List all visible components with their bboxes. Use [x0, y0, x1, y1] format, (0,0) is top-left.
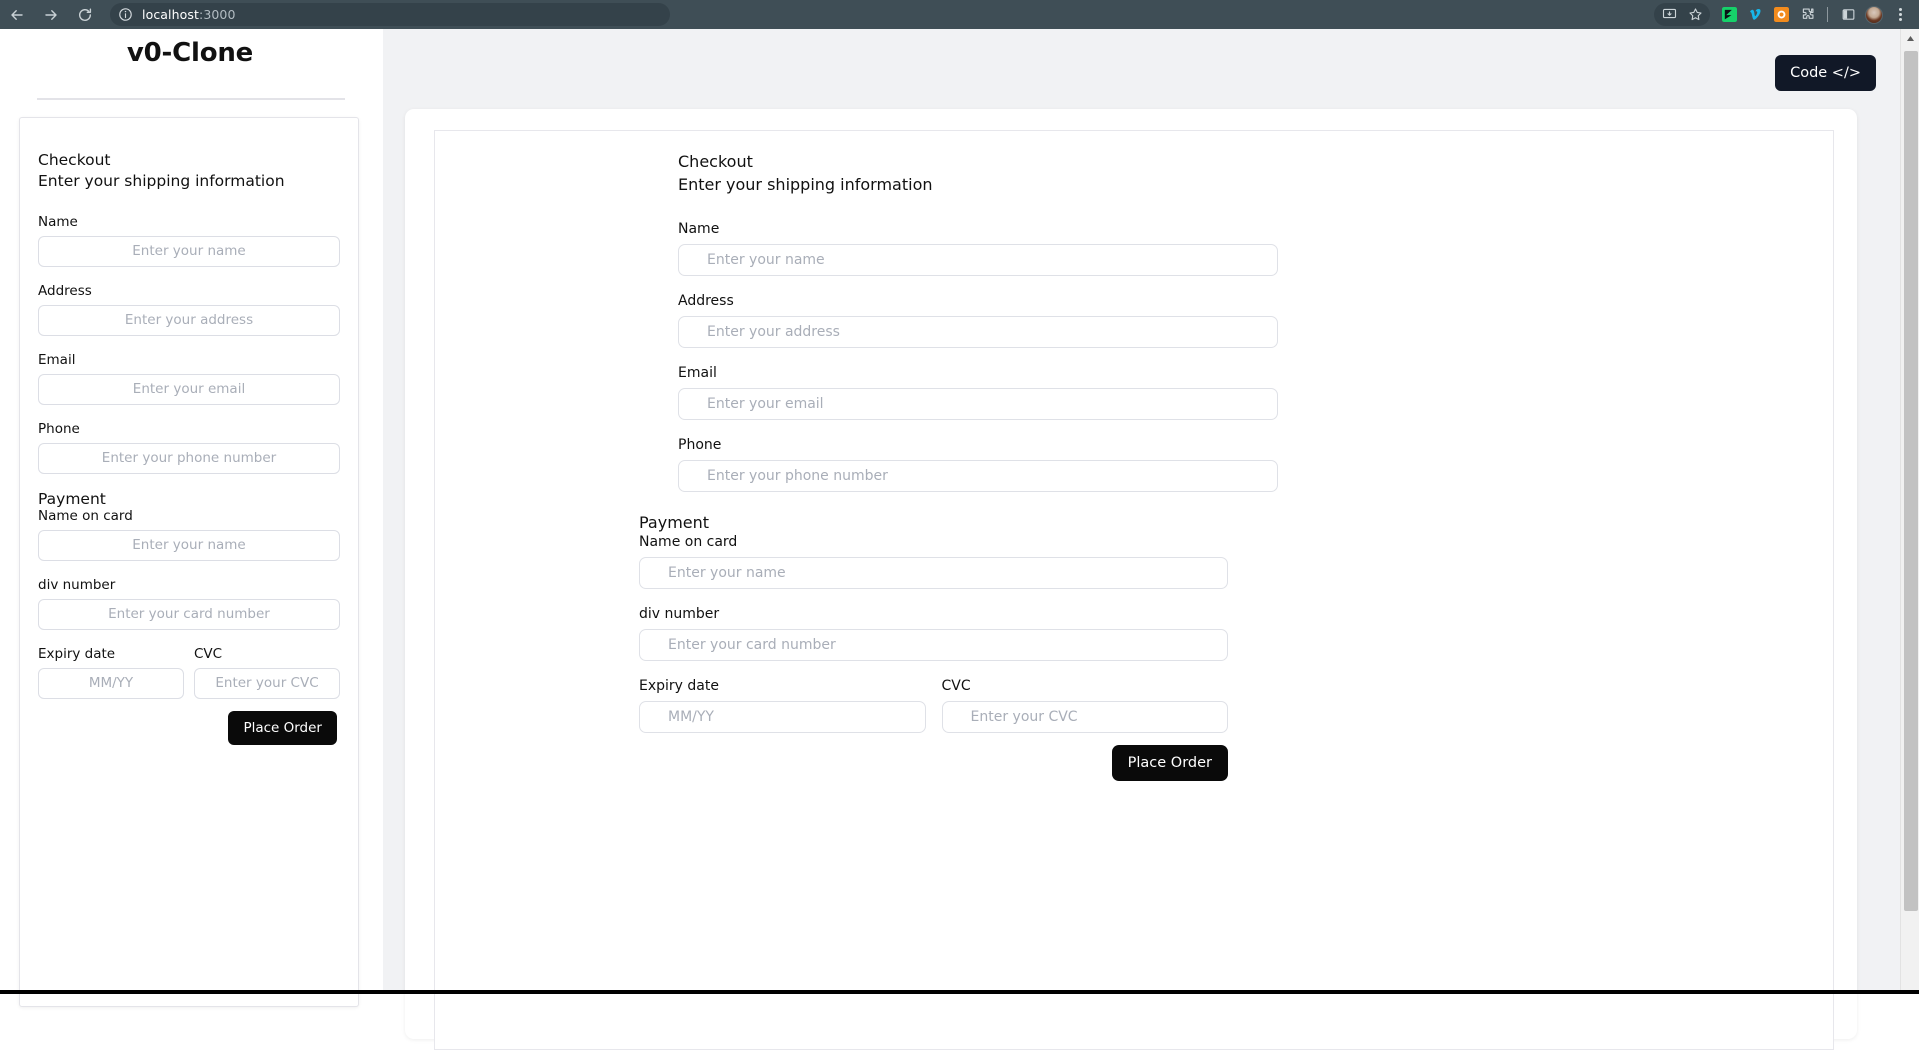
sidebar-field-cvc: CVC: [194, 646, 340, 699]
app-title: v0-Clone: [0, 29, 380, 68]
sidebar-input-cvc[interactable]: [194, 668, 340, 699]
forward-button[interactable]: [34, 0, 68, 29]
profile-avatar[interactable]: [1861, 0, 1887, 29]
green-extension-icon[interactable]: [1716, 0, 1742, 29]
omnibox-action-pill: [1654, 3, 1710, 26]
window-bottom-edge: [0, 990, 1919, 994]
sidebar-label-phone: Phone: [38, 421, 340, 437]
preview-label-address: Address: [678, 293, 1278, 309]
preview-checkout-subheading: Enter your shipping information: [678, 174, 1278, 197]
install-app-icon[interactable]: [1656, 0, 1682, 29]
sidebar-label-expiry: Expiry date: [38, 646, 184, 662]
scroll-up-arrow-icon[interactable]: [1901, 29, 1919, 48]
preview-field-phone: Phone: [678, 437, 1278, 492]
side-panel-icon[interactable]: [1835, 0, 1861, 29]
preview-label-card-name: Name on card: [639, 534, 1228, 550]
info-circle-icon[interactable]: [116, 6, 134, 24]
three-dot-menu-icon[interactable]: [1887, 0, 1913, 29]
sidebar-field-expiry: Expiry date: [38, 646, 184, 699]
sidebar-input-address[interactable]: [38, 305, 340, 336]
preview-card: Checkout Enter your shipping information…: [405, 109, 1857, 1039]
preview-payment-section: Payment Name on card div number Expiry d…: [639, 513, 1228, 781]
preview-checkout-form: Checkout Enter your shipping information…: [678, 151, 1278, 781]
url-port: :3000: [199, 7, 236, 22]
preview-field-address: Address: [678, 293, 1278, 348]
browser-right-toolbar: [1654, 0, 1919, 29]
page-content: v0-Clone Checkout Enter your shipping in…: [0, 29, 1919, 994]
sidebar-expiry-cvc-row: Expiry date CVC: [38, 646, 340, 699]
left-sidebar: v0-Clone Checkout Enter your shipping in…: [0, 29, 380, 994]
star-icon[interactable]: [1682, 0, 1708, 29]
preview-input-name[interactable]: [678, 244, 1278, 276]
preview-form-actions: Place Order: [639, 745, 1228, 781]
address-bar-url: localhost:3000: [142, 7, 236, 22]
vimeo-extension-icon[interactable]: [1742, 0, 1768, 29]
preview-checkout-heading: Checkout: [678, 151, 1278, 174]
preview-input-phone[interactable]: [678, 460, 1278, 492]
preview-payment-title: Payment: [639, 513, 1228, 532]
sidebar-field-phone: Phone: [38, 421, 340, 474]
sidebar-label-card-number: div number: [38, 577, 340, 593]
preview-input-cvc[interactable]: [942, 701, 1229, 733]
sidebar-input-card-number[interactable]: [38, 599, 340, 630]
sidebar-input-name[interactable]: [38, 236, 340, 267]
preview-input-card-number[interactable]: [639, 629, 1228, 661]
url-host: localhost: [142, 7, 199, 22]
orange-extension-icon[interactable]: [1768, 0, 1794, 29]
back-button[interactable]: [0, 0, 34, 29]
preview-expiry-cvc-row: Expiry date CVC: [639, 678, 1228, 733]
sidebar-field-name: Name: [38, 214, 340, 267]
sidebar-field-card-name: Name on card: [38, 508, 340, 561]
preview-workspace: Code </> Checkout Enter your shipping in…: [383, 29, 1900, 994]
preview-input-address[interactable]: [678, 316, 1278, 348]
preview-label-email: Email: [678, 365, 1278, 381]
sidebar-input-card-name[interactable]: [38, 530, 340, 561]
preview-input-email[interactable]: [678, 388, 1278, 420]
preview-label-cvc: CVC: [942, 678, 1229, 694]
browser-toolbar: localhost:3000: [0, 0, 1919, 29]
preview-field-card-name: Name on card: [639, 534, 1228, 589]
preview-input-expiry[interactable]: [639, 701, 926, 733]
sidebar-checkout-heading: Checkout: [38, 150, 340, 171]
preview-label-phone: Phone: [678, 437, 1278, 453]
address-bar[interactable]: localhost:3000: [110, 3, 670, 26]
sidebar-checkout-card: Checkout Enter your shipping information…: [19, 117, 359, 1007]
preview-label-expiry: Expiry date: [639, 678, 926, 694]
sidebar-label-email: Email: [38, 352, 340, 368]
sidebar-input-email[interactable]: [38, 374, 340, 405]
sidebar-label-address: Address: [38, 283, 340, 299]
sidebar-label-cvc: CVC: [194, 646, 340, 662]
puzzle-piece-icon[interactable]: [1794, 0, 1820, 29]
sidebar-form-actions: Place Order: [38, 711, 340, 745]
preview-field-name: Name: [678, 221, 1278, 276]
page-scrollbar[interactable]: [1900, 29, 1919, 994]
sidebar-field-card-number: div number: [38, 577, 340, 630]
sidebar-checkout-subheading: Enter your shipping information: [38, 171, 340, 192]
sidebar-input-phone[interactable]: [38, 443, 340, 474]
preview-field-email: Email: [678, 365, 1278, 420]
sidebar-label-card-name: Name on card: [38, 508, 340, 524]
sidebar-field-address: Address: [38, 283, 340, 336]
preview-frame: Checkout Enter your shipping information…: [434, 130, 1834, 1050]
reload-button[interactable]: [68, 0, 102, 29]
toolbar-divider: [1827, 7, 1828, 22]
sidebar-payment-title: Payment: [38, 490, 340, 508]
scrollbar-thumb[interactable]: [1904, 51, 1918, 911]
sidebar-input-expiry[interactable]: [38, 668, 184, 699]
sidebar-label-name: Name: [38, 214, 340, 230]
sidebar-field-email: Email: [38, 352, 340, 405]
preview-field-cvc: CVC: [942, 678, 1229, 733]
code-toggle-button[interactable]: Code </>: [1775, 55, 1876, 91]
sidebar-divider: [37, 98, 345, 100]
sidebar-checkout-form: Checkout Enter your shipping information…: [20, 118, 358, 745]
preview-input-card-name[interactable]: [639, 557, 1228, 589]
preview-field-card-number: div number: [639, 606, 1228, 661]
preview-label-card-number: div number: [639, 606, 1228, 622]
preview-place-order-button[interactable]: Place Order: [1112, 745, 1228, 781]
preview-field-expiry: Expiry date: [639, 678, 926, 733]
preview-label-name: Name: [678, 221, 1278, 237]
sidebar-place-order-button[interactable]: Place Order: [228, 711, 337, 745]
